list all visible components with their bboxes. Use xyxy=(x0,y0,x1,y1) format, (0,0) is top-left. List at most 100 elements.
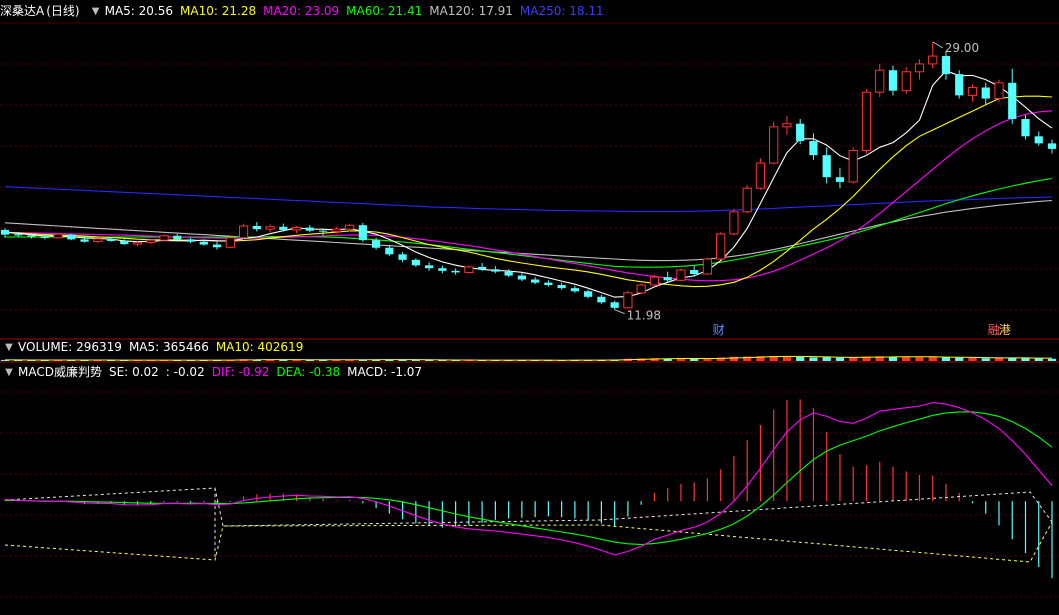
candle-body xyxy=(173,235,182,240)
candle-body xyxy=(769,126,779,164)
candle-body xyxy=(716,233,726,260)
candle[interactable] xyxy=(610,300,619,310)
candle[interactable] xyxy=(1021,115,1030,140)
candle[interactable] xyxy=(861,89,872,154)
candle[interactable] xyxy=(782,115,792,135)
candle-body xyxy=(809,141,818,156)
price-panel[interactable]: 29.0011.98财 融港 xyxy=(0,41,1057,337)
candle[interactable] xyxy=(398,251,407,263)
settings-icon[interactable]: ▼ xyxy=(89,5,103,19)
candle[interactable] xyxy=(491,266,500,274)
volume-bar xyxy=(981,358,990,361)
candle[interactable] xyxy=(955,70,964,99)
finance-marker[interactable]: 财 xyxy=(713,323,725,337)
candle[interactable] xyxy=(344,223,355,232)
candle[interactable] xyxy=(252,222,261,232)
candle[interactable] xyxy=(93,237,103,244)
candle[interactable] xyxy=(225,237,235,249)
candle[interactable] xyxy=(835,167,845,189)
volume-collapse-icon[interactable]: ▼ xyxy=(2,341,16,355)
candle-body xyxy=(80,239,89,242)
candle[interactable] xyxy=(517,273,526,282)
macd-title[interactable]: MACD威廉判势 xyxy=(18,364,102,381)
candle[interactable] xyxy=(186,237,195,244)
candle[interactable] xyxy=(875,63,885,97)
candle-body xyxy=(742,187,752,213)
candle[interactable] xyxy=(702,257,713,275)
candle[interactable] xyxy=(676,268,686,282)
candle[interactable] xyxy=(755,158,766,190)
candle[interactable] xyxy=(305,225,314,233)
candle[interactable] xyxy=(424,262,434,271)
macd-se: SE: 0.02 xyxy=(109,364,159,381)
candle[interactable] xyxy=(544,280,553,287)
candle[interactable] xyxy=(464,265,474,274)
candle[interactable] xyxy=(941,51,951,80)
candle-body xyxy=(1047,143,1057,149)
candle-body xyxy=(199,241,208,245)
candle[interactable] xyxy=(0,228,10,238)
candle-body xyxy=(875,69,885,93)
candle[interactable] xyxy=(914,59,925,80)
candle[interactable] xyxy=(888,65,898,96)
candle[interactable] xyxy=(636,283,646,295)
candle[interactable] xyxy=(994,79,1004,102)
candle[interactable] xyxy=(809,133,818,160)
candle-body xyxy=(106,238,116,241)
candle[interactable] xyxy=(1008,68,1017,124)
candle[interactable] xyxy=(742,185,752,214)
candle[interactable] xyxy=(411,258,420,267)
candle[interactable] xyxy=(438,265,447,274)
period-label[interactable]: (日线) xyxy=(46,3,79,20)
candle[interactable] xyxy=(716,232,726,260)
volume-title: VOLUME: xyxy=(18,340,73,354)
candle[interactable] xyxy=(67,233,76,241)
candle[interactable] xyxy=(848,147,858,184)
candle[interactable] xyxy=(385,244,394,256)
candle[interactable] xyxy=(729,208,739,236)
candle[interactable] xyxy=(531,277,540,285)
candle-body xyxy=(451,270,460,273)
candle[interactable] xyxy=(981,82,990,105)
candle[interactable] xyxy=(967,84,978,102)
volume-label: VOLUME: 296319 xyxy=(18,339,122,356)
volume-bar xyxy=(782,356,792,361)
candle-body xyxy=(146,239,156,244)
candle[interactable] xyxy=(557,282,566,290)
candle[interactable] xyxy=(146,239,156,245)
candle[interactable] xyxy=(358,222,367,242)
candle[interactable] xyxy=(822,147,831,184)
hk-connect-marker[interactable]: 港 xyxy=(999,323,1011,337)
stock-name[interactable]: 深桑达A xyxy=(0,3,44,20)
candle[interactable] xyxy=(265,224,275,233)
candle[interactable] xyxy=(623,290,633,309)
candle-body xyxy=(478,266,487,270)
candle[interactable] xyxy=(291,225,302,234)
candle[interactable] xyxy=(570,285,579,293)
candle[interactable] xyxy=(159,234,169,241)
candle-body xyxy=(928,55,938,65)
macd-panel[interactable] xyxy=(4,399,1053,579)
macd-x: : -0.02 xyxy=(166,364,205,381)
candle[interactable] xyxy=(769,121,779,165)
candle[interactable] xyxy=(1034,131,1043,146)
candle[interactable] xyxy=(212,241,222,250)
macd-collapse-icon[interactable]: ▼ xyxy=(2,366,16,380)
kline-chart[interactable]: 29.0011.98财 融港 xyxy=(0,0,1059,615)
volume-bar xyxy=(1047,358,1057,361)
candle[interactable] xyxy=(597,294,606,304)
candle[interactable] xyxy=(53,233,63,239)
volume-panel[interactable] xyxy=(0,355,1057,361)
candle[interactable] xyxy=(796,118,805,145)
candle[interactable] xyxy=(928,41,938,69)
candle[interactable] xyxy=(901,67,911,94)
candle[interactable] xyxy=(584,289,593,299)
candle[interactable] xyxy=(451,268,460,275)
candle[interactable] xyxy=(173,233,182,241)
candle-body xyxy=(132,242,143,245)
ma20-line xyxy=(4,110,1053,282)
candle[interactable] xyxy=(1047,139,1057,154)
candle-body xyxy=(398,254,407,260)
candle[interactable] xyxy=(238,223,249,240)
candle-body xyxy=(901,71,911,92)
